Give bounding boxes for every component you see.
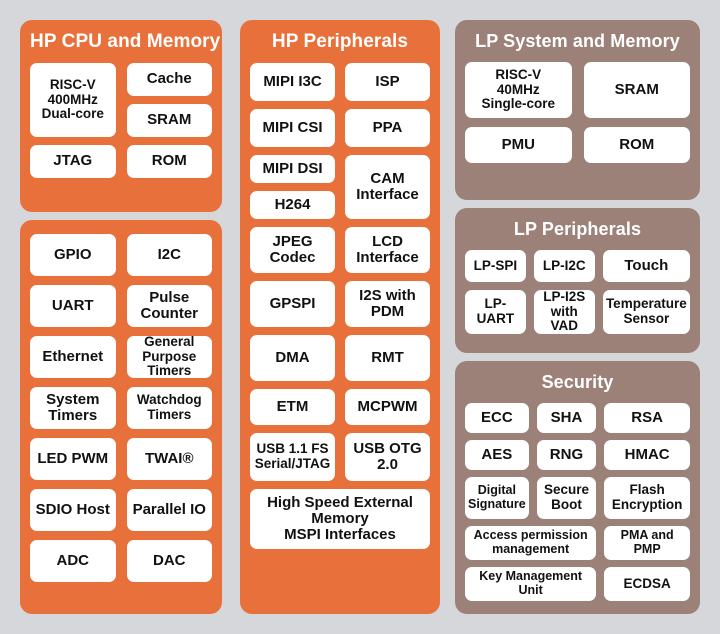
block-jtag: JTAG — [30, 144, 116, 178]
block-aes: AES — [465, 439, 529, 470]
block-grid-hp-cpu: RISC-V 400MHz Dual-core Cache SRAM JTAG … — [30, 62, 212, 178]
block-mipi-csi: MIPI CSI — [250, 108, 335, 147]
block-mipi-i3c: MIPI I3C — [250, 62, 335, 101]
panel-title-security: Security — [541, 372, 614, 392]
block-gpspi: GPSPI — [250, 280, 335, 327]
block-dac: DAC — [126, 540, 212, 582]
block-lp-i2s-with-vad: LP-I2S with VAD — [533, 289, 595, 334]
block-system-timers: System Timers — [30, 387, 116, 429]
block-sdio-host: SDIO Host — [30, 489, 116, 531]
block-rng: RNG — [536, 439, 597, 470]
block-high-speed-external-memory-mspi-interfaces: High Speed External Memory MSPI Interfac… — [250, 488, 430, 549]
block-ecdsa: ECDSA — [604, 566, 690, 601]
block-lp-spi: LP-SPI — [465, 249, 526, 282]
block-general-purpose-timers: General Purpose Timers — [126, 334, 212, 378]
block-rom-lp: ROM — [583, 126, 690, 163]
block-jpeg-codec: JPEG Codec — [250, 226, 335, 273]
block-dma: DMA — [250, 334, 335, 381]
block-rom-hp: ROM — [126, 144, 212, 178]
block-ecc: ECC — [465, 402, 529, 433]
panel-hp-general-peripherals: GPIO I2C UART Pulse Counter Ethernet Gen… — [20, 220, 222, 614]
block-hmac: HMAC — [604, 439, 690, 470]
block-pulse-counter: Pulse Counter — [126, 285, 212, 327]
block-uart: UART — [30, 285, 116, 327]
block-watchdog-timers: Watchdog Timers — [126, 387, 212, 429]
block-flash-encryption: Flash Encryption — [604, 476, 690, 519]
block-touch: Touch — [602, 249, 690, 282]
block-grid-hp-peripherals: MIPI I3C ISP MIPI CSI PPA MIPI DSI CAM I… — [250, 62, 430, 549]
block-lp-i2c: LP-I2C — [533, 249, 595, 282]
panel-lp-peripherals: LP Peripherals LP-SPI LP-I2C Touch LP-UA… — [455, 208, 700, 353]
block-pmu: PMU — [465, 126, 572, 163]
block-sram-hp: SRAM — [126, 103, 212, 137]
block-temperature-sensor: Temperature Sensor — [602, 289, 690, 334]
panel-title-hp-cpu-and-memory: HP CPU and Memory — [30, 31, 221, 52]
block-mcpwm: MCPWM — [345, 388, 430, 425]
block-parallel-io: Parallel IO — [126, 489, 212, 531]
block-i2c: I2C — [126, 234, 212, 276]
block-sha: SHA — [536, 402, 597, 433]
panel-hp-cpu-and-memory: HP CPU and Memory RISC-V 400MHz Dual-cor… — [20, 20, 222, 212]
block-lp-uart: LP-UART — [465, 289, 526, 334]
block-cache: Cache — [126, 62, 212, 96]
block-mipi-dsi: MIPI DSI — [250, 154, 335, 183]
block-lcd-interface: LCD Interface — [345, 226, 430, 273]
block-key-management-unit: Key Management Unit — [465, 566, 597, 601]
block-twai: TWAI® — [126, 438, 212, 480]
block-rmt: RMT — [345, 334, 430, 381]
block-ppa: PPA — [345, 108, 430, 147]
block-secure-boot: Secure Boot — [536, 476, 597, 519]
panel-lp-system-and-memory: LP System and Memory RISC-V 40MHz Single… — [455, 20, 700, 200]
panel-title-hp-peripherals: HP Peripherals — [271, 31, 409, 52]
panel-title-lp-system-and-memory: LP System and Memory — [475, 31, 680, 51]
block-ethernet: Ethernet — [30, 336, 116, 378]
block-pma-and-pmp: PMA and PMP — [604, 525, 690, 560]
block-grid-lp-system: RISC-V 40MHz Single-core SRAM PMU ROM — [465, 61, 690, 163]
block-digital-signature: Digital Signature — [465, 476, 529, 519]
block-rsa: RSA — [604, 402, 690, 433]
block-usb-1-1-fs-serial-jtag: USB 1.1 FS Serial/JTAG — [250, 432, 335, 481]
block-cam-interface: CAM Interface — [345, 154, 430, 219]
block-isp: ISP — [345, 62, 430, 101]
block-usb-otg-2-0: USB OTG 2.0 — [345, 432, 430, 481]
block-grid-hp-general: GPIO I2C UART Pulse Counter Ethernet Gen… — [30, 228, 212, 582]
block-grid-lp-peripherals: LP-SPI LP-I2C Touch LP-UART LP-I2S with … — [465, 249, 690, 334]
block-adc: ADC — [30, 540, 116, 582]
block-risc-v-40mhz-single-core: RISC-V 40MHz Single-core — [465, 61, 572, 118]
panel-title-lp-peripherals: LP Peripherals — [513, 219, 642, 239]
block-access-permission-management: Access permission management — [465, 525, 597, 560]
block-risc-v-400mhz-dual-core: RISC-V 400MHz Dual-core — [30, 62, 116, 137]
soc-block-diagram: HP CPU and Memory RISC-V 400MHz Dual-cor… — [0, 0, 720, 634]
block-gpio: GPIO — [30, 234, 116, 276]
block-h264: H264 — [250, 190, 335, 219]
block-led-pwm: LED PWM — [30, 438, 116, 480]
panel-hp-peripherals: HP Peripherals MIPI I3C ISP MIPI CSI PPA… — [240, 20, 440, 614]
block-i2s-with-pdm: I2S with PDM — [345, 280, 430, 327]
panel-security: Security ECC SHA RSA AES RNG HMAC Digita… — [455, 361, 700, 614]
block-grid-security: ECC SHA RSA AES RNG HMAC Digital Signatu… — [465, 402, 690, 601]
block-sram-lp: SRAM — [583, 61, 690, 118]
block-etm: ETM — [250, 388, 335, 425]
